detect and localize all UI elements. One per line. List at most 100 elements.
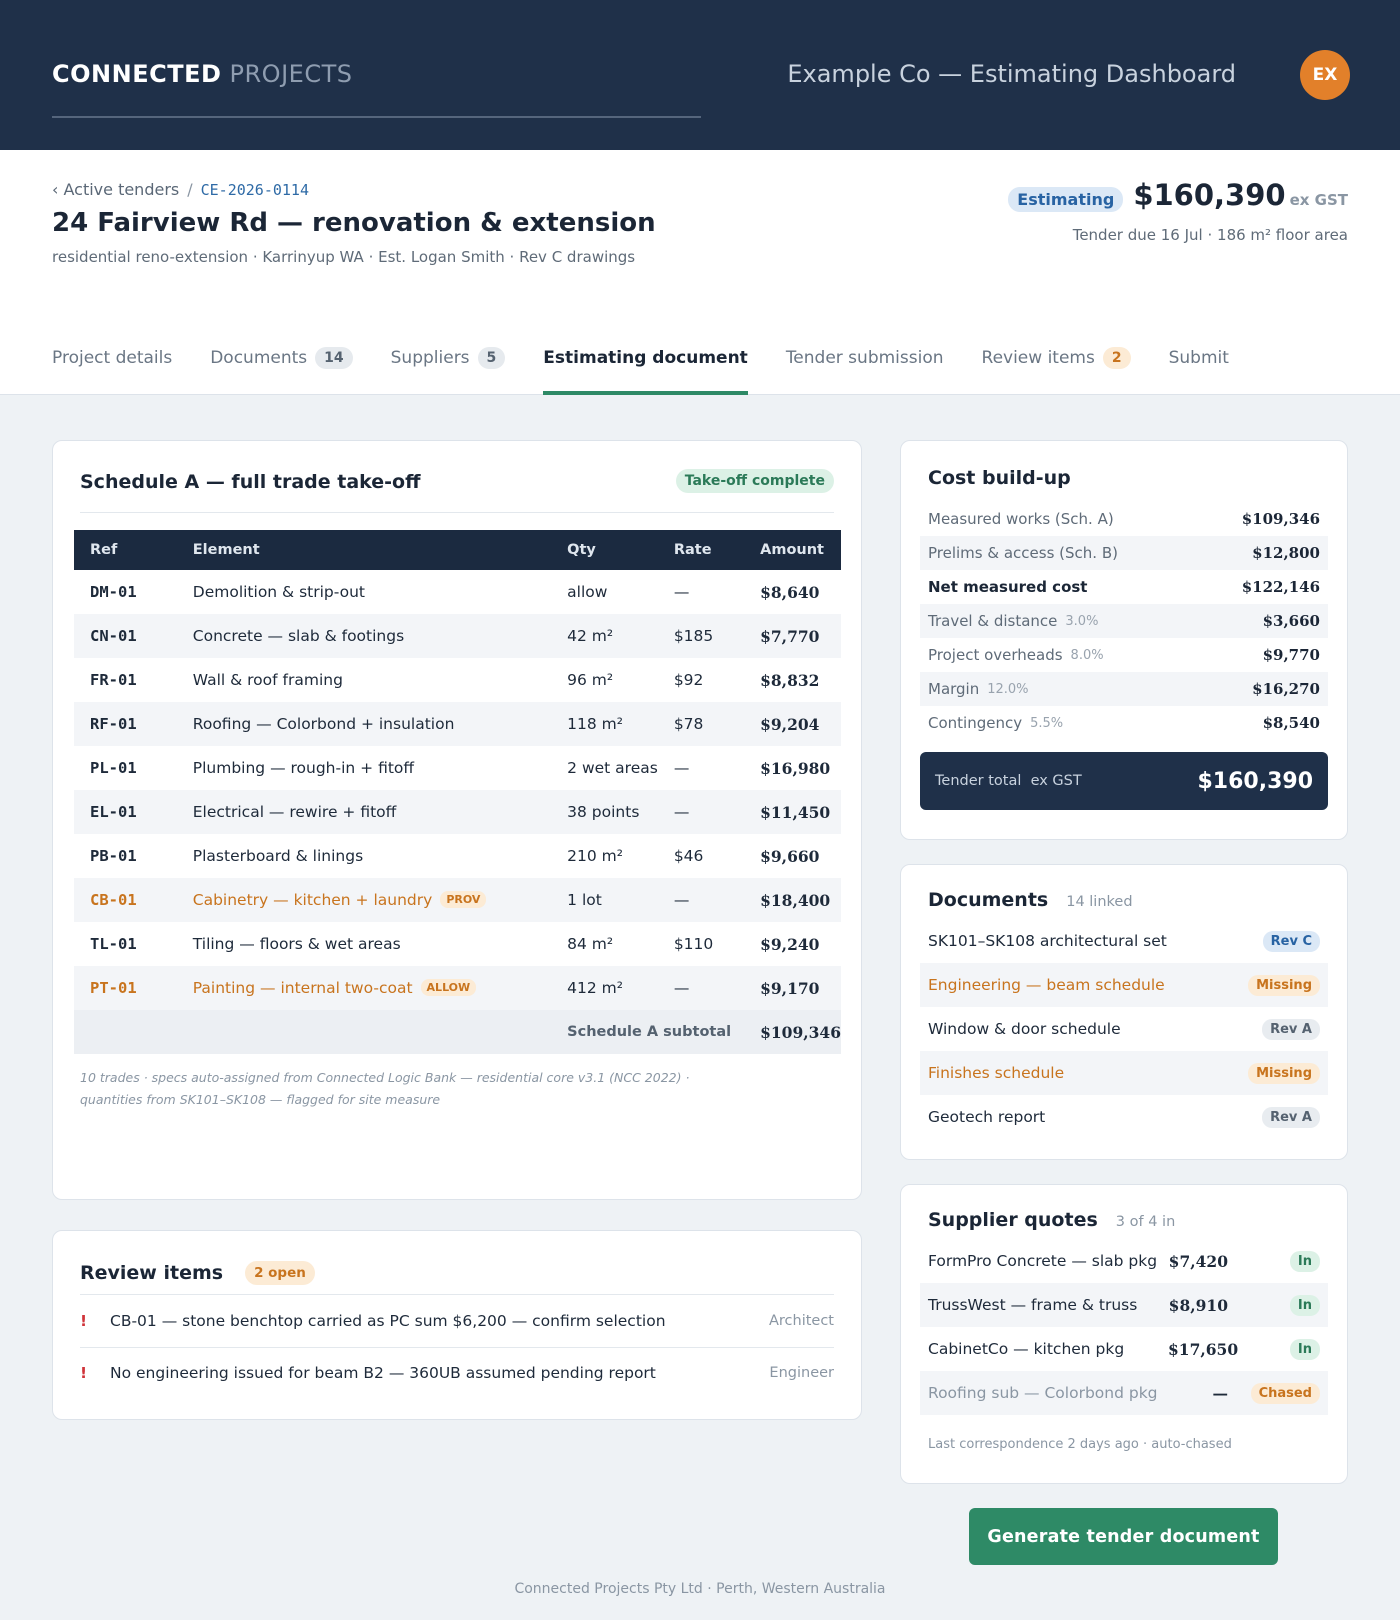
document-item[interactable]: Finishes schedule Missing	[920, 1051, 1328, 1095]
table-row[interactable]: DM-01 Demolition & strip-out allow — $8,640	[74, 570, 841, 614]
subtotal-label: Schedule A subtotal	[551, 1010, 745, 1054]
cost-label: Net measured cost	[928, 578, 1088, 596]
review-item[interactable]: ! CB-01 — stone benchtop carried as PC s…	[80, 1295, 834, 1347]
revision-badge: Rev A	[1262, 1106, 1320, 1128]
tab-review-items[interactable]: Review items 2	[982, 338, 1131, 378]
tab-label: Estimating document	[543, 348, 748, 368]
tab-project-details[interactable]: Project details	[52, 338, 172, 378]
table-row[interactable]: EL-01 Electrical — rewire + fitoff 38 poin…	[74, 790, 841, 834]
cost-percent: 12.0%	[987, 681, 1029, 697]
column-header-amount[interactable]: Amount	[744, 530, 841, 570]
supplier-name: FormPro Concrete — slab pkg	[928, 1252, 1158, 1270]
quote-status-badge: Chased	[1250, 1382, 1320, 1404]
document-item[interactable]: Window & door schedule Rev A	[920, 1007, 1328, 1051]
row-element: Painting — internal two-coat	[192, 979, 413, 997]
subtotal-row: Schedule A subtotal $109,346	[74, 1010, 841, 1054]
row-qty: 84 m²	[567, 935, 614, 953]
row-amount: $18,400	[744, 878, 841, 922]
breadcrumb-separator: /	[187, 180, 193, 199]
table-header-row: Ref Element Qty Rate Amount	[74, 530, 841, 570]
documents-linked-count: 14 linked	[1066, 894, 1133, 910]
takeoff-status-badge: Take-off complete	[675, 469, 834, 493]
top-bar: CONNECTED PROJECTS Example Co — Estimati…	[0, 0, 1400, 150]
tender-total-headline: $160,390 ex GST	[1133, 178, 1348, 212]
supplier-item[interactable]: CabinetCo — kitchen pkg $17,650 In	[920, 1327, 1328, 1371]
cost-label: Margin	[928, 680, 980, 698]
document-item[interactable]: Engineering — beam schedule Missing	[920, 963, 1328, 1007]
row-element: Plasterboard & linings	[192, 847, 364, 865]
project-header: ‹ Active tenders / CE-2026-0114 24 Fairvie…	[0, 150, 1400, 395]
document-name: Engineering — beam schedule	[928, 976, 1165, 994]
supplier-item[interactable]: FormPro Concrete — slab pkg $7,420 In	[920, 1239, 1328, 1283]
table-row[interactable]: PL-01 Plumbing — rough-in + fitoff 2 wet a…	[74, 746, 841, 790]
generate-tender-document-button[interactable]: Generate tender document	[969, 1508, 1278, 1565]
review-item-assignee: Architect	[768, 1313, 834, 1329]
document-item[interactable]: SK101–SK108 architectural set Rev C	[920, 919, 1328, 963]
supplier-item[interactable]: Roofing sub — Colorbond pkg — Chased	[920, 1371, 1328, 1415]
brand-logo[interactable]: CONNECTED PROJECTS	[52, 60, 352, 88]
row-element: Tiling — floors & wet areas	[192, 935, 401, 953]
row-rate: —	[657, 966, 745, 1010]
documents-title: Documents	[928, 889, 1049, 911]
tab-submit[interactable]: Submit	[1169, 338, 1229, 378]
table-row[interactable]: PB-01 Plasterboard & linings 210 m² $46 $9,6…	[74, 834, 841, 878]
cost-value: $122,146	[1241, 578, 1320, 596]
document-name: SK101–SK108 architectural set	[928, 932, 1167, 950]
row-rate: $185	[657, 614, 745, 658]
document-name: Window & door schedule	[928, 1020, 1121, 1038]
breadcrumb-tender-code[interactable]: CE-2026-0114	[201, 181, 309, 199]
cost-row: Contingency 5.5% $8,540	[920, 706, 1328, 740]
document-item[interactable]: Geotech report Rev A	[920, 1095, 1328, 1139]
column-header-rate[interactable]: Rate	[657, 530, 745, 570]
brand-primary: CONNECTED	[52, 60, 222, 88]
cost-row: Travel & distance 3.0% $3,660	[920, 604, 1328, 638]
user-avatar[interactable]: EX	[1300, 50, 1350, 100]
cost-row: Margin 12.0% $16,270	[920, 672, 1328, 706]
tab-estimating-document[interactable]: Estimating document	[543, 338, 748, 395]
cost-value: $16,270	[1252, 680, 1320, 698]
row-amount: $8,640	[760, 582, 820, 602]
project-subtitle: residential reno-extension · Karrinyup W…	[52, 248, 636, 266]
row-amount: $7,770	[744, 614, 841, 658]
tab-documents[interactable]: Documents 14	[210, 338, 353, 378]
tender-total-label: Tender total ex GST	[935, 773, 1082, 789]
row-qty: 412 m²	[551, 966, 658, 1010]
cost-label: Project overheads	[928, 646, 1063, 664]
footer: Connected Projects Pty Ltd · Perth, West…	[514, 1581, 886, 1597]
alert-icon: !	[80, 1364, 88, 1382]
supplier-title: Supplier quotes	[928, 1209, 1098, 1231]
tab-label: Suppliers	[390, 348, 470, 368]
schedule-a-card: Schedule A — full trade take-off Take-of…	[52, 440, 862, 1200]
tab-label: Review items	[981, 348, 1095, 368]
review-item[interactable]: ! No engineering issued for beam B2 — 36…	[80, 1347, 834, 1399]
column-header-element[interactable]: Element	[176, 530, 552, 570]
tender-due-line: Tender due 16 Jul · 186 m² floor area	[1072, 226, 1348, 244]
tab-tender-submission[interactable]: Tender submission	[786, 338, 944, 378]
column-header-ref[interactable]: Ref	[74, 530, 177, 570]
cost-buildup-card: Cost build-up Measured works (Sch. A) $10…	[900, 440, 1348, 840]
table-row[interactable]: TL-01 Tiling — floors & wet areas 84 m² $11…	[74, 922, 841, 966]
row-ref: RF-01	[74, 702, 177, 746]
row-qty: allow	[567, 583, 608, 601]
supplier-item[interactable]: TrussWest — frame & truss $8,910 In	[920, 1283, 1328, 1327]
table-row[interactable]: RF-01 Roofing — Colorbond + insulation 118…	[74, 702, 841, 746]
table-row[interactable]: PT-01 Painting — internal two-coat ALLOW 41…	[74, 966, 841, 1010]
tab-label: Submit	[1168, 348, 1229, 368]
row-amount: $9,170	[744, 966, 841, 1010]
table-row[interactable]: CB-01 Cabinetry — kitchen + laundry PROV 1 …	[74, 878, 841, 922]
schedule-title: Schedule A — full trade take-off	[80, 471, 421, 493]
column-header-qty[interactable]: Qty	[551, 530, 658, 570]
row-rate: $78	[657, 702, 745, 746]
cost-row-net: Net measured cost $122,146	[920, 570, 1328, 604]
table-row[interactable]: FR-01 Wall & roof framing 96 m² $92 $8,832	[74, 658, 841, 702]
supplier-list: FormPro Concrete — slab pkg $7,420 In Trus…	[920, 1239, 1328, 1415]
tab-count-badge: 14	[315, 347, 353, 369]
table-row[interactable]: CN-01 Concrete — slab & footings 42 m² $185…	[74, 614, 841, 658]
cost-row: Prelims & access (Sch. B) $12,800	[920, 536, 1328, 570]
review-title: Review items	[80, 1262, 224, 1284]
supplier-name: Roofing sub — Colorbond pkg	[928, 1384, 1158, 1402]
supplier-amount: $7,420	[1168, 1251, 1228, 1271]
tab-suppliers[interactable]: Suppliers 5	[391, 338, 506, 378]
tab-bar: Project details Documents 14 Suppliers 5 E…	[52, 338, 1229, 395]
breadcrumb-active-tenders[interactable]: ‹ Active tenders	[52, 180, 179, 199]
